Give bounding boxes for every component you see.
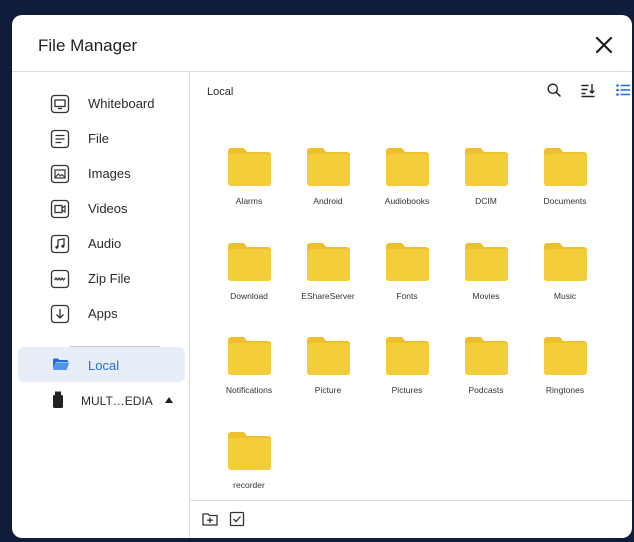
folder-icon <box>386 148 429 186</box>
sidebar-item-label: Whiteboard <box>88 96 155 111</box>
window-title: File Manager <box>38 36 138 55</box>
breadcrumb: Local <box>207 86 234 98</box>
folder-item[interactable]: Documents <box>528 148 602 230</box>
zip-icon <box>50 269 70 289</box>
sidebar-item-zip[interactable]: Zip File <box>12 264 190 294</box>
folder-item[interactable]: Alarms <box>212 148 286 230</box>
sidebar-item-apps[interactable]: Apps <box>12 299 190 329</box>
download-icon <box>50 304 70 324</box>
sidebar-item-label: Zip File <box>88 271 131 286</box>
folder-icon <box>307 243 350 281</box>
folder-item[interactable]: EShareServer <box>291 243 365 325</box>
checkbox-icon <box>229 511 245 527</box>
folder-icon <box>465 337 508 375</box>
new-folder-icon <box>202 513 218 526</box>
folder-item[interactable]: Picture <box>291 337 365 419</box>
folder-item[interactable]: Music <box>528 243 602 325</box>
folder-name: Alarms <box>235 196 263 206</box>
folder-icon <box>307 148 350 186</box>
sidebar-item-label: Apps <box>88 306 118 321</box>
folder-icon <box>228 432 271 470</box>
bottom-toolbar <box>190 500 632 538</box>
folder-item[interactable]: Audiobooks <box>370 148 444 230</box>
folder-item[interactable]: DCIM <box>449 148 523 230</box>
folder-name: recorder <box>233 480 265 490</box>
sidebar-item-label: MULT…EDIA <box>81 394 153 408</box>
sidebar-item-label: File <box>88 131 109 146</box>
file-icon <box>50 129 70 149</box>
folder-open-icon <box>52 355 70 373</box>
sidebar: Whiteboard File Images Videos Audio Zip … <box>12 72 190 538</box>
folder-name: Fonts <box>396 291 418 301</box>
image-icon <box>50 164 70 184</box>
folder-icon <box>465 243 508 281</box>
folder-name: Podcasts <box>468 385 504 395</box>
folder-icon <box>228 337 271 375</box>
new-folder-button[interactable] <box>202 511 218 527</box>
usb-drive-icon <box>52 391 64 409</box>
sidebar-item-label: Images <box>88 166 131 181</box>
list-view-icon <box>616 84 630 96</box>
folder-name: Notifications <box>225 385 273 395</box>
sort-icon <box>581 84 595 98</box>
title-bar: File Manager <box>12 15 632 72</box>
folder-icon <box>386 337 429 375</box>
folder-name: Picture <box>314 385 342 395</box>
eject-icon[interactable] <box>165 397 173 403</box>
folder-name: Download <box>230 291 268 301</box>
folder-icon <box>228 243 271 281</box>
file-manager-window: File Manager Whiteboard File Images Vide… <box>12 15 632 538</box>
folder-icon <box>544 337 587 375</box>
music-icon <box>50 234 70 254</box>
folder-icon <box>465 148 508 186</box>
sidebar-item-file[interactable]: File <box>12 124 190 154</box>
folder-icon <box>544 243 587 281</box>
folder-name: Documents <box>543 196 587 206</box>
folder-item[interactable]: Pictures <box>370 337 444 419</box>
folder-name: Android <box>313 196 343 206</box>
folder-item[interactable]: Notifications <box>212 337 286 419</box>
folder-name: Music <box>553 291 577 301</box>
folder-item[interactable]: Android <box>291 148 365 230</box>
folder-name: Audiobooks <box>384 196 430 206</box>
list-view-button[interactable] <box>615 82 631 98</box>
folder-icon <box>228 148 271 186</box>
sidebar-item-local[interactable]: Local <box>18 347 185 382</box>
folder-name: Movies <box>472 291 500 301</box>
sidebar-item-label: Videos <box>88 201 128 216</box>
folder-name: DCIM <box>475 196 497 206</box>
folder-name: Ringtones <box>545 385 585 395</box>
folder-name: Pictures <box>391 385 423 395</box>
sidebar-item-audio[interactable]: Audio <box>12 229 190 259</box>
main-pane: Local Alarms Android Audiobooks DCIM Documen… <box>190 72 632 538</box>
whiteboard-icon <box>50 94 70 114</box>
multi-select-button[interactable] <box>229 511 245 527</box>
folder-item[interactable]: Fonts <box>370 243 444 325</box>
folder-item[interactable]: Podcasts <box>449 337 523 419</box>
folder-item[interactable]: Download <box>212 243 286 325</box>
sidebar-item-whiteboard[interactable]: Whiteboard <box>12 89 190 119</box>
folder-icon <box>544 148 587 186</box>
folder-icon <box>307 337 350 375</box>
close-button[interactable] <box>594 35 614 55</box>
folder-name: EShareServer <box>301 291 355 301</box>
sidebar-item-label: Audio <box>88 236 122 251</box>
folder-icon <box>386 243 429 281</box>
sidebar-item-label: Local <box>88 358 120 373</box>
close-icon <box>595 36 613 54</box>
folder-item[interactable]: Movies <box>449 243 523 325</box>
folder-item[interactable]: Ringtones <box>528 337 602 419</box>
search-icon <box>547 83 561 97</box>
sort-button[interactable] <box>580 82 596 98</box>
sidebar-item-videos[interactable]: Videos <box>12 194 190 224</box>
video-icon <box>50 199 70 219</box>
sidebar-item-images[interactable]: Images <box>12 159 190 189</box>
sidebar-item-usb[interactable]: MULT…EDIA <box>12 386 190 414</box>
search-button[interactable] <box>546 82 562 98</box>
